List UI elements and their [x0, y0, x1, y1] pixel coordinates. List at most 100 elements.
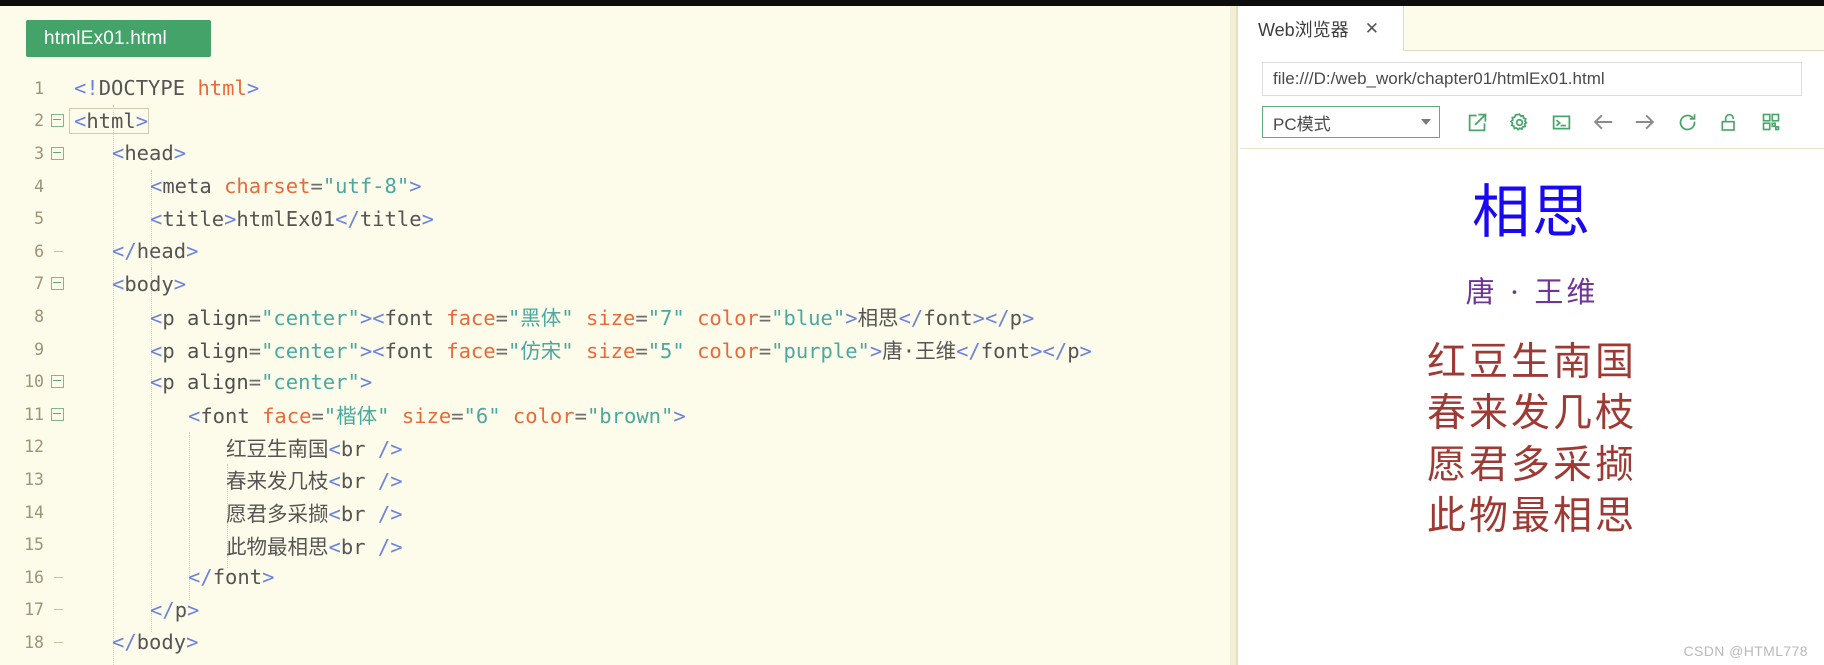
code-token-attr: face	[262, 404, 312, 429]
code-token-tag: p	[162, 339, 188, 364]
toolbar-icon-group	[1458, 106, 1790, 138]
code-line-text: </head>	[70, 239, 198, 263]
fold-collapse-icon[interactable]	[44, 146, 70, 160]
code-token-tag: html	[86, 108, 136, 133]
code-token-attr: face	[446, 306, 496, 331]
code-token-eq: =	[758, 306, 772, 331]
forward-arrow-icon[interactable]	[1626, 106, 1664, 138]
back-arrow-icon[interactable]	[1584, 106, 1622, 138]
code-line[interactable]: 8 <p align="center"><font face="黑体" size=…	[0, 300, 1232, 333]
code-line[interactable]: 12 红豆生南国<br />	[0, 431, 1232, 464]
code-line[interactable]: 13 春来发几枝<br />	[0, 463, 1232, 496]
code-line[interactable]: 17 </p>	[0, 594, 1232, 627]
preview-poem-body: 红豆生南国 春来发几枝 愿君多采撷 此物最相思	[1240, 337, 1824, 543]
code-token-punct: <	[372, 306, 385, 331]
code-token-tag: br	[340, 436, 366, 461]
code-token-eq: =	[635, 306, 648, 331]
code-token-attr: size	[401, 404, 452, 429]
reload-icon[interactable]	[1668, 106, 1706, 138]
open-external-icon[interactable]	[1458, 106, 1496, 138]
code-token-punct: </	[1042, 339, 1068, 364]
url-text: file:///D:/web_work/chapter01/htmlEx01.h…	[1273, 69, 1605, 88]
line-number: 6	[34, 241, 44, 261]
code-token-tag: title	[359, 206, 422, 231]
code-token-punct: >	[673, 404, 686, 429]
code-token-punct: <	[112, 271, 125, 296]
fold-collapse-icon[interactable]	[44, 375, 70, 389]
code-token-punct: </	[188, 565, 213, 590]
qrcode-icon[interactable]	[1752, 106, 1790, 138]
fold-collapse-icon[interactable]	[44, 114, 70, 128]
line-number: 3	[34, 143, 44, 163]
code-token-tag: body	[124, 271, 174, 296]
code-token-punct: </	[898, 306, 924, 331]
unlock-icon[interactable]	[1710, 106, 1748, 138]
code-token-attr: html	[197, 76, 247, 101]
editor-vertical-scrollbar[interactable]	[1230, 6, 1236, 665]
code-line[interactable]: 7 <body>	[0, 268, 1232, 301]
code-line[interactable]: 9 <p align="center"><font face="仿宋" size=…	[0, 333, 1232, 366]
url-input[interactable]: file:///D:/web_work/chapter01/htmlEx01.h…	[1262, 62, 1802, 96]
code-line-text: <head>	[70, 141, 186, 165]
page-preview-viewport: 相思 唐 · 王维 红豆生南国 春来发几枝 愿君多采撷 此物最相思	[1240, 148, 1824, 665]
code-token-punct: />	[365, 436, 403, 461]
code-token-punct: >	[187, 597, 200, 622]
code-line[interactable]: 6 </head>	[0, 235, 1232, 268]
code-line-text: <p align="center">	[70, 370, 372, 394]
code-token-attr: color	[697, 339, 759, 364]
line-number: 14	[24, 502, 44, 522]
settings-gear-icon[interactable]	[1500, 106, 1538, 138]
preview-poem-line: 春来发几枝	[1426, 391, 1637, 437]
line-number: 1	[34, 78, 44, 98]
web-browser-panel[interactable]: Web浏览器 ✕ file:///D:/web_work/chapter01/h…	[1240, 6, 1824, 665]
code-line-text: <body>	[70, 272, 186, 296]
code-token-attr: color	[512, 404, 575, 429]
code-token-tag: font	[384, 306, 447, 331]
code-line[interactable]: 15 此物最相思<br />	[0, 528, 1232, 561]
code-token-punct: <!	[74, 76, 99, 101]
code-lines-container[interactable]: 1<!DOCTYPE html>2<html>3<head>4<meta cha…	[0, 72, 1232, 665]
code-token-txt: 相思	[857, 306, 899, 331]
code-line[interactable]: 1 <!DOCTYPE html>	[0, 72, 1232, 105]
code-token-tag: head	[124, 141, 174, 166]
device-mode-select[interactable]: PC模式	[1262, 106, 1440, 138]
code-line[interactable]: 18 </body>	[0, 626, 1232, 659]
code-token-punct: >	[845, 306, 858, 331]
code-line[interactable]: 11<font face="楷体" size="6" color="brown"…	[0, 398, 1232, 431]
code-line[interactable]: 3 <head>	[0, 137, 1232, 170]
code-token-tag: meta	[162, 174, 225, 199]
code-line[interactable]: 4 <meta charset="utf-8">	[0, 170, 1232, 203]
code-line-text: <title>htmlEx01</title>	[70, 207, 434, 231]
code-line[interactable]: 14 愿君多采撷<br />	[0, 496, 1232, 529]
code-token-dark: align	[187, 369, 249, 394]
code-token-punct: >	[421, 206, 434, 231]
close-icon[interactable]: ✕	[1365, 20, 1379, 37]
line-number: 9	[34, 339, 44, 359]
file-tab-htmlex01[interactable]: htmlEx01.html	[26, 20, 211, 57]
code-editor-panel[interactable]: htmlEx01.html 1<!DOCTYPE html>2<html>3<h…	[0, 6, 1238, 665]
code-token-val: "仿宋"	[507, 339, 574, 364]
code-token-punct: <	[188, 404, 201, 429]
code-line[interactable]: 5 <title>htmlEx01</title>	[0, 202, 1232, 235]
code-token-punct: <	[328, 534, 341, 559]
line-number: 10	[24, 372, 44, 392]
browser-tab-web[interactable]: Web浏览器 ✕	[1240, 6, 1404, 51]
code-token-punct: <	[150, 339, 163, 364]
code-token-txt: htmlEx01	[236, 206, 336, 231]
fold-collapse-icon[interactable]	[44, 407, 70, 421]
code-line[interactable]: 2 <html>	[0, 105, 1232, 138]
fold-collapse-icon[interactable]	[44, 277, 70, 291]
console-icon[interactable]	[1542, 106, 1580, 138]
line-number: 13	[24, 469, 44, 489]
code-token-punct: <	[372, 339, 385, 364]
code-line-text: <html>	[68, 107, 150, 134]
code-line[interactable]: 16 </font>	[0, 561, 1232, 594]
code-token-punct: />	[365, 534, 403, 559]
code-token-tag: p	[162, 369, 188, 394]
fold-end-marker-icon	[44, 641, 70, 643]
code-line-text: 愿君多采撷<br />	[70, 497, 403, 527]
code-line[interactable]: 10 <p align="center">	[0, 365, 1232, 398]
code-token-val: "黑体"	[507, 306, 574, 331]
code-token-txt: 红豆生南国	[226, 436, 329, 461]
